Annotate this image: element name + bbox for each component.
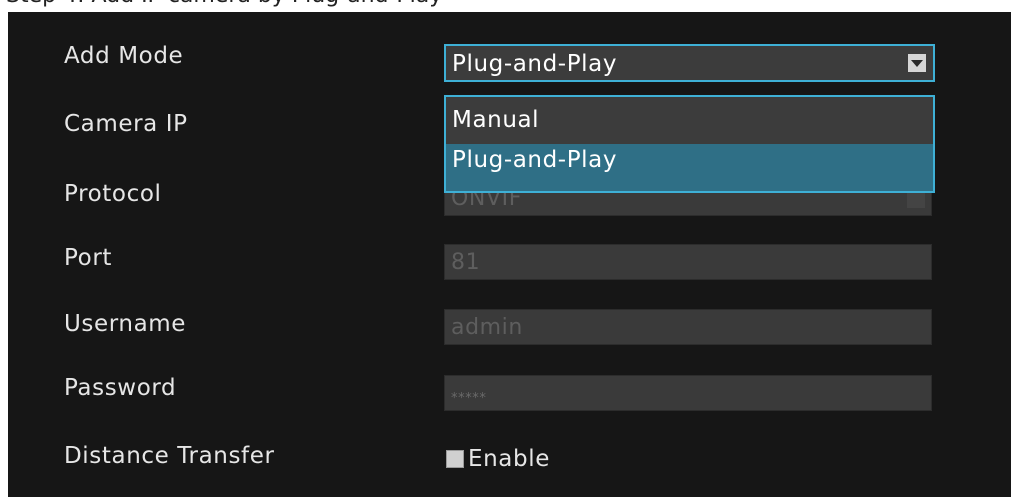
camera-ip-label: Camera IP [64,111,188,137]
password-value: ***** [451,391,487,406]
dropdown-option-manual[interactable]: Manual [446,97,933,144]
add-mode-select[interactable]: Plug-and-Play [444,44,935,82]
protocol-label: Protocol [64,181,162,207]
add-mode-label: Add Mode [64,43,184,69]
distance-transfer-row: Distance Transfer Enable [8,424,1011,490]
add-camera-form: Add Mode Plug-and-Play Camera IP Protoco… [8,12,1011,497]
distance-transfer-label: Distance Transfer [64,443,275,469]
top-caption-strip: Step 4: Add IP camera by Plug-and-Play [0,0,1011,12]
enable-label[interactable]: Enable [468,443,550,475]
top-caption-text: Step 4: Add IP camera by Plug-and-Play [6,0,442,9]
password-field[interactable]: ***** [444,375,932,411]
password-label: Password [64,375,177,401]
dropdown-option-plug-and-play[interactable]: Plug-and-Play [446,144,933,191]
port-field[interactable]: 81 [444,244,932,280]
username-field[interactable]: admin [444,309,932,345]
username-row: Username admin [8,292,1011,358]
checkbox-icon[interactable] [446,450,464,468]
chevron-down-icon[interactable] [908,54,926,72]
port-row: Port 81 [8,226,1011,292]
add-mode-dropdown-list: Manual Plug-and-Play [444,95,935,193]
dropdown-option-manual-label: Manual [452,107,540,133]
password-row: Password ***** [8,358,1011,424]
dropdown-option-plug-and-play-label: Plug-and-Play [452,147,618,173]
add-mode-selected-value: Plug-and-Play [452,51,618,77]
port-label: Port [64,245,112,271]
username-label: Username [64,311,187,337]
port-value: 81 [451,250,481,275]
username-value: admin [451,315,523,340]
